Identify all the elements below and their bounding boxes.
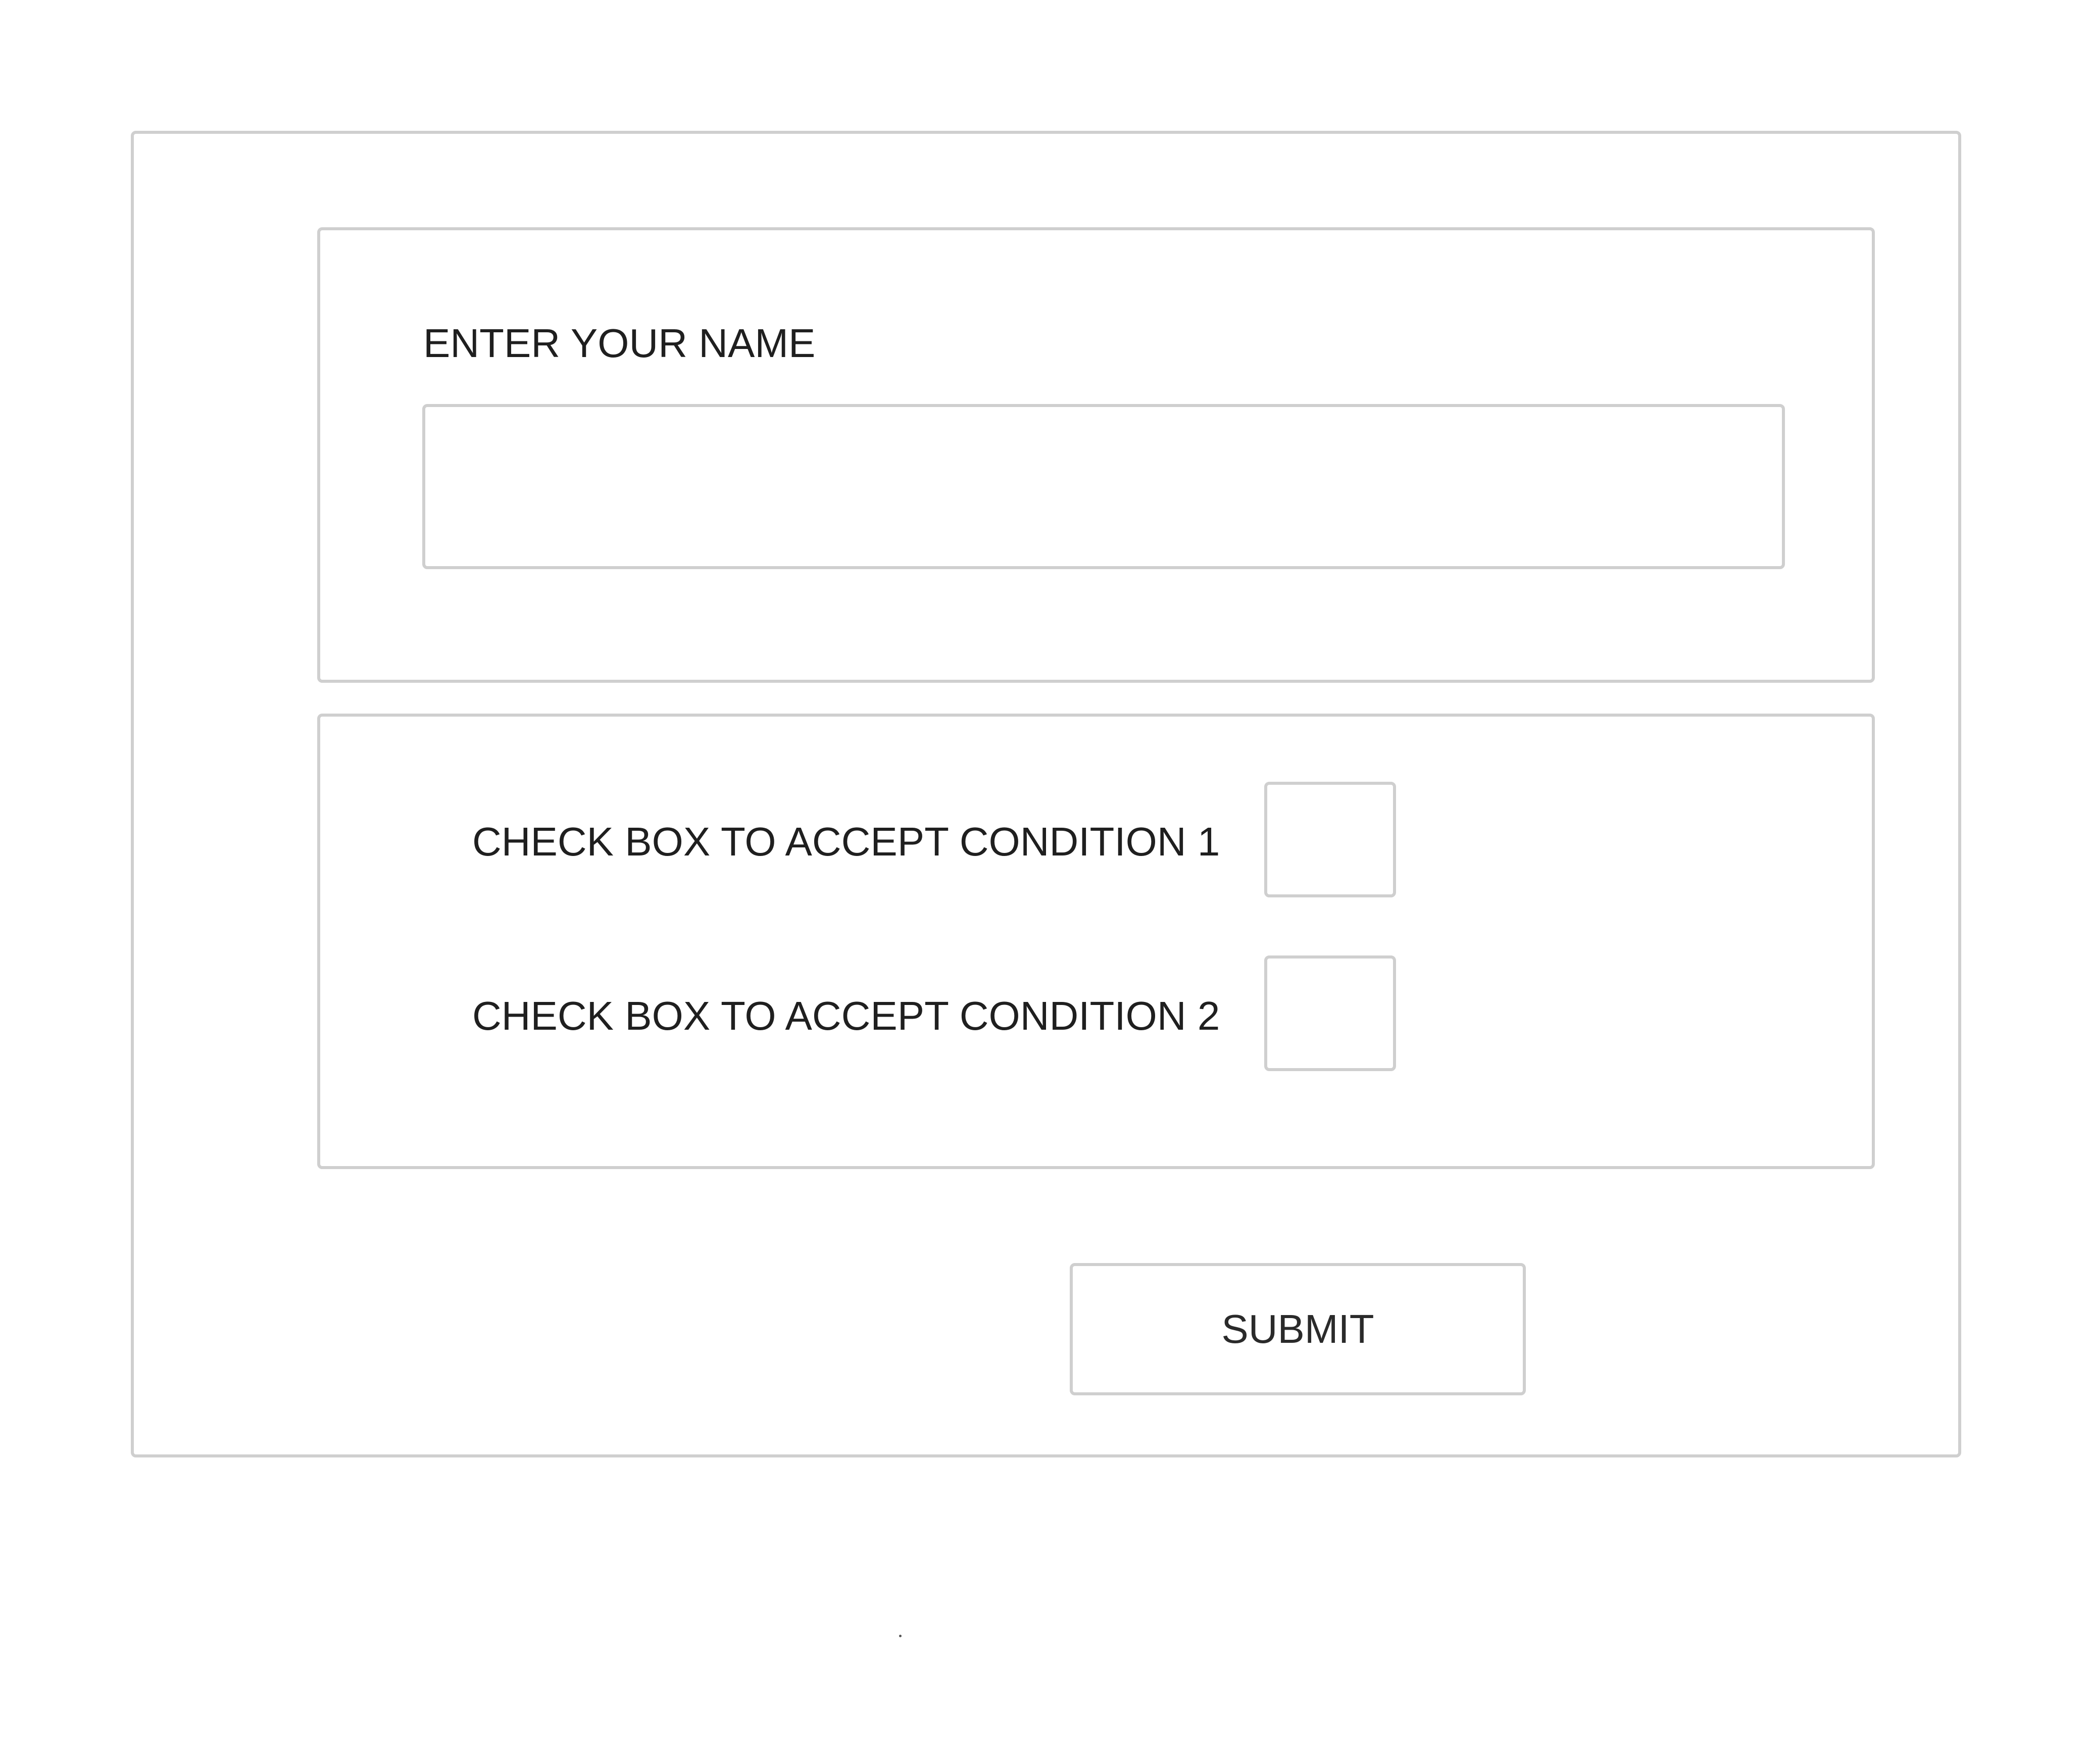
condition-2-checkbox[interactable] (1264, 955, 1396, 1071)
condition-1-label: CHECK BOX TO ACCEPT CONDITION 1 (472, 819, 1220, 864)
condition-1-checkbox[interactable] (1264, 782, 1396, 897)
condition-2-label: CHECK BOX TO ACCEPT CONDITION 2 (472, 993, 1220, 1038)
submit-button[interactable]: SUBMIT (1070, 1263, 1526, 1395)
conditions-section (317, 714, 1875, 1169)
name-label: ENTER YOUR NAME (423, 321, 816, 366)
name-input[interactable] (422, 404, 1785, 569)
stray-dot (899, 1635, 902, 1637)
